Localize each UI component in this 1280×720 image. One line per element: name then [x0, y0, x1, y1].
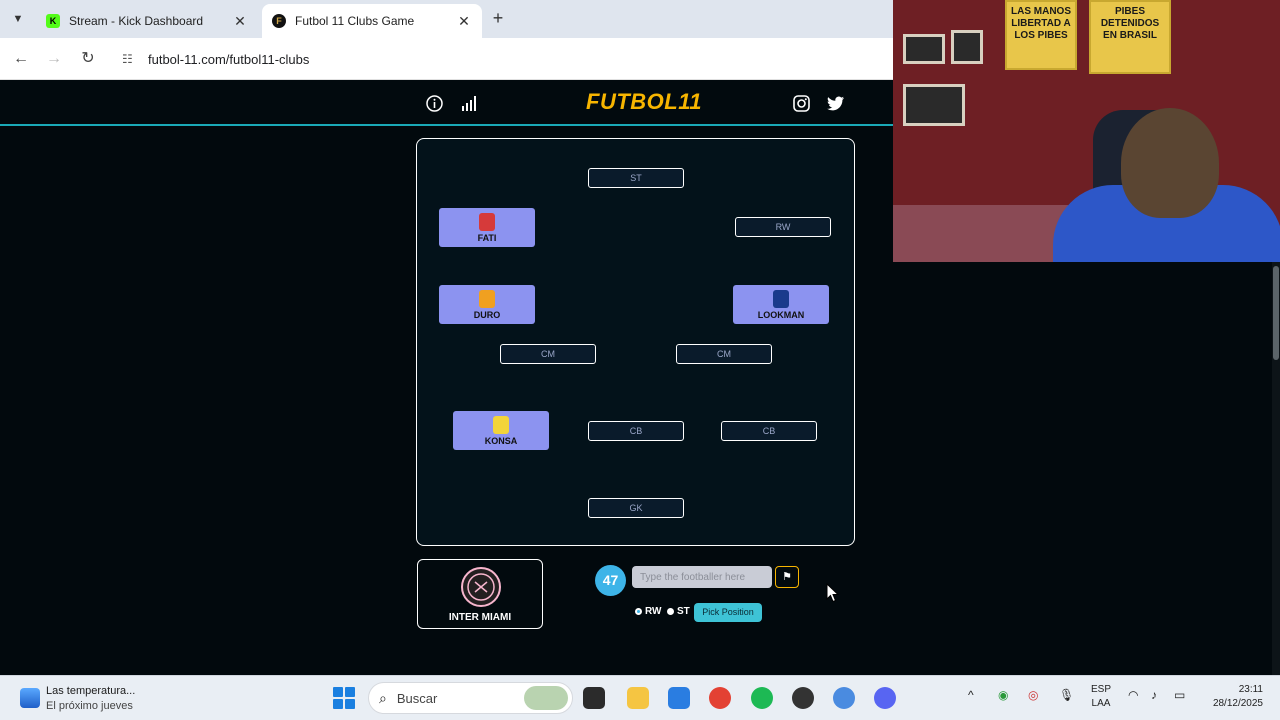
weather-subtitle: El próximo jueves: [46, 700, 133, 712]
wifi-icon[interactable]: ◠: [1128, 688, 1138, 702]
site-header: FUTBOL11: [0, 80, 893, 126]
slot-st[interactable]: ST: [588, 168, 684, 188]
player-name: FATI: [477, 233, 497, 243]
radio-indicator: [667, 608, 674, 615]
address-bar[interactable]: ☷ futbol-11.com/futbol11-clubs: [112, 44, 882, 74]
tab-kick-dashboard[interactable]: K Stream - Kick Dashboard ✕: [36, 4, 258, 38]
system-clock[interactable]: 23:11 28/12/2025: [1203, 683, 1263, 711]
radio-rw[interactable]: RW: [635, 606, 661, 617]
futbol11-page: FUTBOL11 ST RW CM CM CB CB GK FATI DURO …: [0, 80, 893, 675]
tab-title: Stream - Kick Dashboard: [69, 14, 204, 28]
radio-label: RW: [645, 606, 662, 617]
volume-icon[interactable]: ♪: [1151, 688, 1157, 702]
battery-icon[interactable]: ▭: [1174, 688, 1185, 702]
inter-miami-crest-icon: [461, 567, 501, 607]
formation-pitch: ST RW CM CM CB CB GK FATI DURO LOOKMAN K…: [416, 138, 855, 546]
right-empty-panel: [893, 262, 1280, 675]
outlook-icon[interactable]: [668, 687, 690, 709]
spotify-icon[interactable]: [751, 687, 773, 709]
browser-toolbar: ← → ↻ ☷ futbol-11.com/futbol11-clubs: [0, 38, 893, 80]
back-button[interactable]: ←: [11, 49, 31, 69]
start-button-icon[interactable]: [333, 687, 355, 709]
stats-icon[interactable]: [460, 94, 478, 112]
club-name: INTER MIAMI: [448, 612, 512, 623]
wall-poster-left: LAS MANOS LIBERTAD A LOS PIBES: [1005, 0, 1077, 70]
club-crest-icon: [479, 213, 495, 231]
chrome-profile-icon[interactable]: [833, 687, 855, 709]
wall-poster-right: PIBES DETENIDOS EN BRASIL: [1089, 0, 1171, 74]
twitter-icon[interactable]: [827, 94, 845, 112]
radio-label: ST: [677, 606, 690, 617]
clock-date: 28/12/2025: [1212, 698, 1263, 709]
slot-cm-right[interactable]: CM: [676, 344, 772, 364]
chrome-icon[interactable]: [709, 687, 731, 709]
wall-frame: [951, 30, 983, 64]
close-icon[interactable]: ✕: [232, 13, 248, 30]
give-up-flag-button[interactable]: ⚑: [775, 566, 799, 588]
taskbar-search[interactable]: ⌕ Buscar: [368, 682, 573, 714]
weather-icon[interactable]: [20, 688, 40, 708]
radio-indicator: [635, 608, 642, 615]
player-card-fati[interactable]: FATI: [439, 208, 535, 247]
browser-tab-bar: ▼ K Stream - Kick Dashboard ✕ F Futbol 1…: [0, 0, 893, 38]
club-crest-icon: [773, 290, 789, 308]
footballer-search-input[interactable]: [632, 566, 772, 588]
close-icon[interactable]: ✕: [456, 13, 472, 30]
webcam-overlay: LAS MANOS LIBERTAD A LOS PIBES PIBES DET…: [893, 0, 1280, 262]
clock-time: 23:11: [1238, 684, 1263, 695]
current-club-card: INTER MIAMI: [417, 559, 543, 629]
futbol11-icon: F: [272, 14, 286, 28]
search-highlight-image: [524, 686, 568, 710]
obs-icon[interactable]: [792, 687, 814, 709]
player-name: DURO: [473, 310, 501, 320]
file-explorer-icon[interactable]: [627, 687, 649, 709]
instagram-icon[interactable]: [792, 94, 810, 112]
club-crest-icon: [493, 416, 509, 434]
player-card-duro[interactable]: DURO: [439, 285, 535, 324]
slot-cb-right[interactable]: CB: [721, 421, 817, 441]
player-card-konsa[interactable]: KONSA: [453, 411, 549, 450]
tab-futbol11[interactable]: F Futbol 11 Clubs Game ✕: [262, 4, 482, 38]
player-name: LOOKMAN: [757, 310, 805, 320]
reload-button[interactable]: ↻: [78, 49, 98, 69]
slot-cm-left[interactable]: CM: [500, 344, 596, 364]
tab-search-button[interactable]: ▼: [8, 9, 28, 29]
tray-app-icon[interactable]: ◉: [998, 688, 1008, 702]
new-tab-button[interactable]: +: [488, 9, 508, 29]
slot-cb-center[interactable]: CB: [588, 421, 684, 441]
show-hidden-icons-icon[interactable]: ^: [968, 688, 974, 702]
slot-gk[interactable]: GK: [588, 498, 684, 518]
search-icon: ⌕: [379, 689, 387, 706]
url-text: futbol-11.com/futbol11-clubs: [148, 51, 310, 67]
tray-network-app-icon[interactable]: ◎: [1028, 688, 1038, 702]
input-language[interactable]: ESP LAA: [1091, 683, 1111, 711]
slot-rw[interactable]: RW: [735, 217, 831, 237]
player-name: KONSA: [484, 436, 518, 446]
scrollbar-thumb[interactable]: [1273, 266, 1279, 360]
weather-title: Las temperatura...: [46, 685, 136, 697]
forward-button[interactable]: →: [44, 49, 64, 69]
kick-icon: K: [46, 14, 60, 28]
windows-taskbar: Las temperatura... El próximo jueves ⌕ B…: [0, 675, 1280, 720]
club-crest-icon: [479, 290, 495, 308]
bed: [893, 205, 1068, 262]
discord-icon[interactable]: [874, 687, 896, 709]
futbol11-logo[interactable]: FUTBOL11: [586, 89, 702, 115]
wall-frame: [903, 84, 965, 126]
weather-widget[interactable]: Las temperatura... El próximo jueves: [46, 684, 135, 714]
streamer-head: [1121, 108, 1219, 218]
site-info-icon[interactable]: ☷: [122, 52, 136, 66]
search-label: Buscar: [396, 690, 438, 706]
tab-title: Futbol 11 Clubs Game: [295, 14, 415, 28]
microphone-icon[interactable]: 🎙: [1059, 688, 1074, 702]
radio-st[interactable]: ST: [667, 606, 690, 617]
wall-frame: [903, 34, 945, 64]
remaining-score-badge: 47: [595, 565, 626, 596]
pick-position-button[interactable]: Pick Position: [694, 603, 762, 622]
player-card-lookman[interactable]: LOOKMAN: [733, 285, 829, 324]
info-icon[interactable]: [425, 94, 443, 112]
task-view-icon[interactable]: [583, 687, 605, 709]
mouse-cursor-icon: [826, 583, 840, 603]
